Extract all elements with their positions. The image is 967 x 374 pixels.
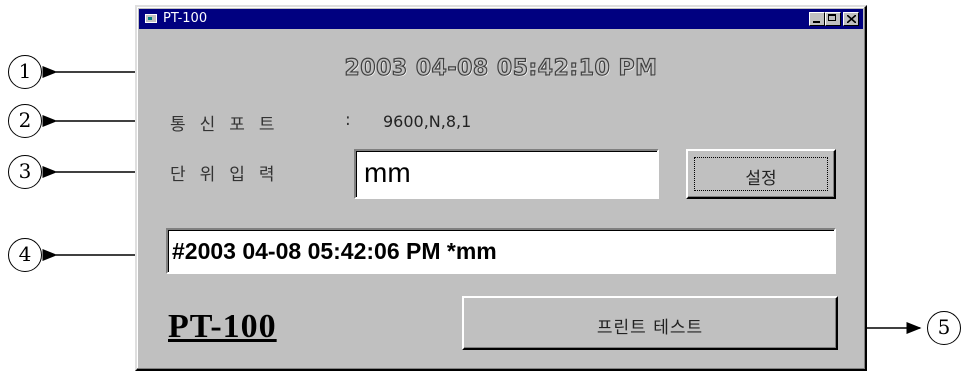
print-test-button-label: 프린트 테스트: [596, 318, 704, 338]
callout-1: 1: [8, 55, 42, 89]
received-data-field[interactable]: #2003 04-08 05:42:06 PM *mm: [166, 228, 836, 274]
datetime-display: 2003 04-08 05:42:10 PM: [344, 55, 658, 81]
window-title: PT-100: [163, 11, 208, 26]
close-button[interactable]: [843, 12, 859, 26]
set-button-label: 설정: [745, 169, 777, 189]
maximize-button[interactable]: [825, 12, 841, 26]
minimize-button[interactable]: [809, 12, 825, 26]
unit-input[interactable]: mm: [354, 149, 659, 199]
callout-4: 4: [8, 238, 42, 272]
callout-5: 5: [927, 311, 961, 345]
print-test-button[interactable]: 프린트 테스트: [462, 296, 838, 350]
port-colon: :: [345, 110, 351, 130]
callout-3: 3: [8, 155, 42, 189]
title-bar[interactable]: PT-100: [139, 9, 863, 29]
set-button[interactable]: 설정: [686, 149, 836, 199]
callout-2: 2: [8, 104, 42, 138]
brand-label: PT-100: [168, 308, 277, 345]
close-icon: [847, 15, 856, 23]
port-label: 통신포트: [170, 115, 289, 135]
port-value: 9600,N,8,1: [383, 112, 472, 131]
app-icon[interactable]: [145, 14, 157, 23]
unit-label: 단위입력: [170, 165, 289, 185]
